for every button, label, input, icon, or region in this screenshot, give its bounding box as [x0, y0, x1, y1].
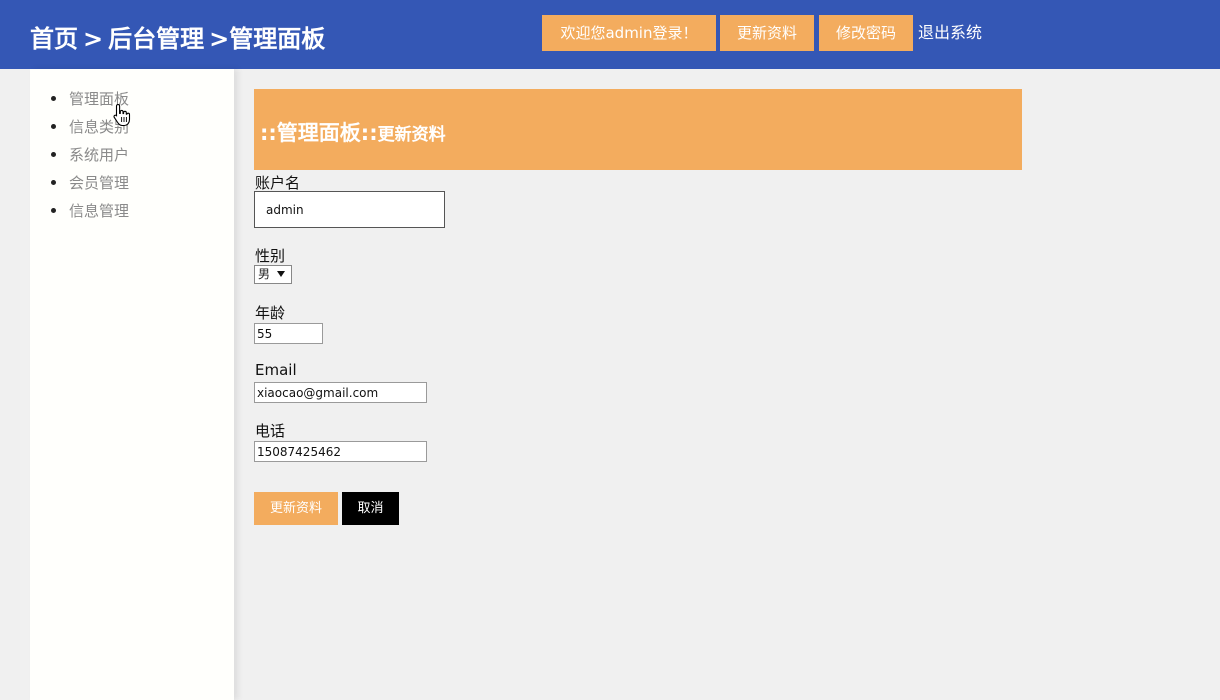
phone-label: 电话: [255, 422, 286, 440]
age-label: 年龄: [255, 304, 286, 322]
sidebar-item-members[interactable]: 会员管理: [50, 172, 129, 200]
breadcrumb: 首页 > 后台管理 >管理面板: [30, 19, 325, 54]
phone-input[interactable]: [254, 441, 427, 462]
sidebar-item-system-users[interactable]: 系统用户: [50, 144, 129, 172]
submit-update-button[interactable]: 更新资料: [254, 492, 338, 525]
breadcrumb-home[interactable]: 首页: [30, 25, 78, 53]
panel-header: ::管理面板::更新资料: [254, 89, 1022, 170]
breadcrumb-backend[interactable]: 后台管理: [108, 25, 204, 53]
logout-link[interactable]: 退出系统: [918, 15, 982, 51]
top-header: 首页 > 后台管理 >管理面板 欢迎您admin登录！ 更新资料 修改密码 退出系统: [0, 0, 1220, 69]
caret-down-icon: [277, 271, 285, 277]
sidebar: 管理面板 信息类别 系统用户 会员管理 信息管理: [30, 69, 234, 700]
panel-title-main: ::管理面板::: [260, 121, 378, 145]
account-label: 账户名: [255, 174, 301, 192]
cancel-button[interactable]: 取消: [342, 492, 399, 525]
age-input[interactable]: [254, 323, 323, 344]
gender-label: 性别: [255, 247, 286, 265]
breadcrumb-separator: >: [83, 25, 104, 53]
update-profile-button[interactable]: 更新资料: [720, 15, 814, 51]
panel-title-sub: 更新资料: [377, 125, 446, 145]
welcome-button[interactable]: 欢迎您admin登录！: [542, 15, 716, 51]
email-input[interactable]: [254, 382, 427, 403]
account-input[interactable]: [254, 191, 445, 228]
panel-title: ::管理面板::更新资料: [260, 117, 446, 147]
change-password-button[interactable]: 修改密码: [819, 15, 913, 51]
gender-select-value: 男: [258, 267, 271, 281]
email-label: Email: [255, 361, 297, 379]
gender-select[interactable]: 男: [254, 265, 292, 284]
sidebar-item-info-management[interactable]: 信息管理: [50, 200, 129, 228]
breadcrumb-separator: >: [209, 25, 230, 53]
hand-pointer-icon: [113, 103, 131, 127]
breadcrumb-current: 管理面板: [229, 25, 326, 53]
